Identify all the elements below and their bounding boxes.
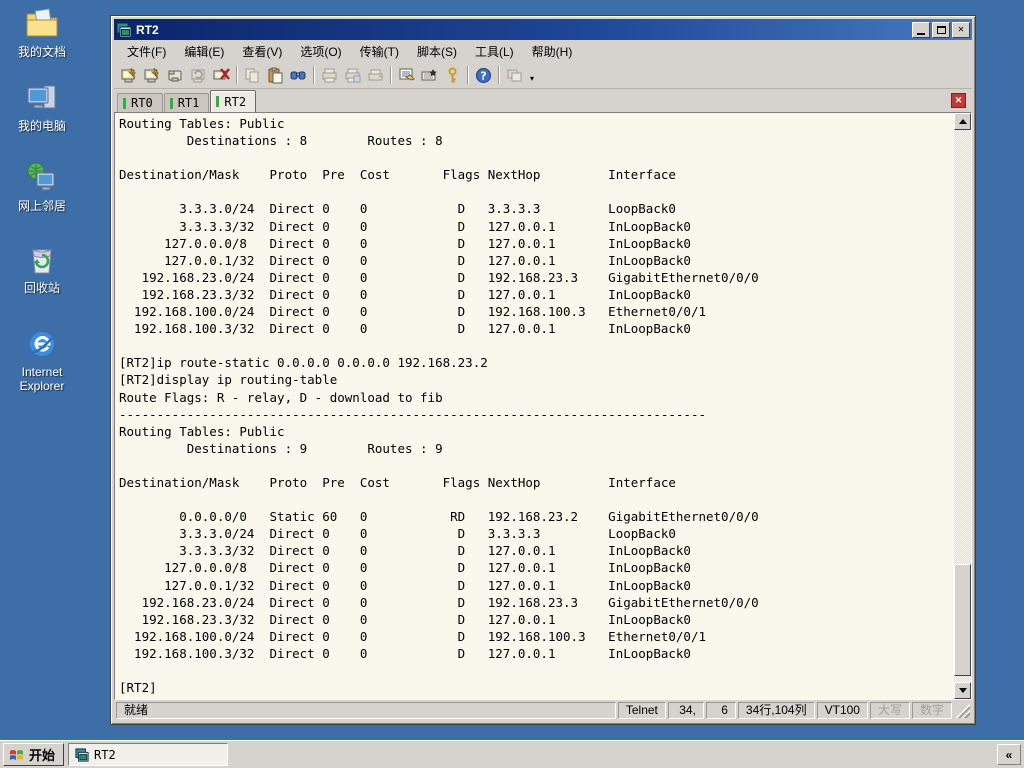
toolbar-separator bbox=[236, 66, 238, 84]
securecrt-window: RT2 ✕ 文件(F) 编辑(E) 查看(V) 选项(O) 传输(T) 脚本(S… bbox=[110, 15, 976, 725]
my-computer-icon bbox=[27, 85, 56, 109]
toolbar: ? ▾ bbox=[114, 62, 972, 89]
tab-rt2[interactable]: RT2 bbox=[210, 90, 257, 112]
close-button[interactable]: ✕ bbox=[952, 21, 970, 38]
tab-rt0[interactable]: RT0 bbox=[117, 93, 163, 112]
scroll-down-button[interactable] bbox=[954, 682, 971, 699]
connect-in-tab-icon[interactable] bbox=[164, 64, 187, 86]
toolbar-separator bbox=[313, 66, 315, 84]
maximize-button[interactable] bbox=[932, 21, 950, 38]
svg-text:?: ? bbox=[480, 69, 486, 82]
status-cursor-col: 6 bbox=[705, 702, 736, 719]
desktop-icon-label: 我的电脑 bbox=[17, 119, 66, 133]
desktop-icon-internet-explorer[interactable]: Internet Explorer bbox=[4, 326, 80, 393]
toolbar-overflow-button[interactable]: ▾ bbox=[526, 64, 538, 86]
help-icon[interactable]: ? bbox=[472, 64, 495, 86]
taskbar-task-rt2[interactable]: RT2 bbox=[68, 743, 229, 766]
task-label: RT2 bbox=[94, 747, 116, 762]
key-icon[interactable] bbox=[441, 64, 464, 86]
resize-grip[interactable] bbox=[956, 703, 970, 718]
menu-view[interactable]: 查看(V) bbox=[233, 41, 291, 62]
app-icon bbox=[116, 22, 132, 37]
tab-status-indicator bbox=[216, 96, 220, 107]
start-button[interactable]: 开始 bbox=[3, 743, 65, 766]
scroll-up-button[interactable] bbox=[954, 113, 971, 130]
window-title: RT2 bbox=[136, 22, 159, 37]
taskbar: 开始 RT2 « bbox=[0, 740, 1024, 768]
my-documents-icon bbox=[26, 8, 58, 37]
window-titlebar[interactable]: RT2 ✕ bbox=[114, 19, 972, 40]
status-screen-size: 34行,104列 bbox=[737, 702, 815, 719]
menu-file[interactable]: 文件(F) bbox=[118, 41, 175, 62]
vertical-scrollbar[interactable] bbox=[954, 113, 971, 699]
tab-close-button[interactable]: ✕ bbox=[951, 93, 966, 108]
desktop-icon-my-documents[interactable]: 我的文档 bbox=[4, 6, 80, 59]
menu-tools[interactable]: 工具(L) bbox=[466, 41, 523, 62]
tab-status-indicator bbox=[169, 97, 173, 109]
desktop: 我的文档 我的电脑 网上邻居 回收站 Internet Explorer RT2… bbox=[0, 0, 1024, 768]
tray-collapse-button[interactable]: « bbox=[997, 744, 1021, 765]
print-selection-icon[interactable] bbox=[341, 64, 364, 86]
session-tab-bar: RT0 RT1 RT2 ✕ bbox=[114, 89, 972, 112]
paste-icon[interactable] bbox=[264, 64, 287, 86]
terminal-output[interactable]: Routing Tables: Public Destinations : 8 … bbox=[115, 113, 954, 699]
desktop-icon-label: 回收站 bbox=[23, 281, 60, 295]
keymap-icon[interactable] bbox=[418, 64, 441, 86]
desktop-icon-recycle-bin[interactable]: 回收站 bbox=[4, 242, 80, 295]
terminal-area: Routing Tables: Public Destinations : 8 … bbox=[114, 112, 972, 700]
print-icon[interactable] bbox=[318, 64, 341, 86]
arrow-down-icon bbox=[958, 688, 967, 693]
recycle-bin-icon bbox=[32, 249, 52, 274]
menu-edit[interactable]: 编辑(E) bbox=[175, 41, 233, 62]
find-icon[interactable] bbox=[287, 64, 310, 86]
status-caps-indicator: 大写 bbox=[869, 702, 910, 719]
menu-options[interactable]: 选项(O) bbox=[291, 41, 350, 62]
tab-label: RT1 bbox=[177, 96, 200, 110]
menu-transfer[interactable]: 传输(T) bbox=[351, 41, 408, 62]
tab-status-indicator bbox=[123, 97, 126, 109]
tab-label: RT2 bbox=[224, 94, 247, 109]
arrow-up-icon bbox=[958, 119, 967, 124]
printer-setup-icon[interactable] bbox=[364, 64, 387, 86]
status-cursor-row: 34, bbox=[667, 702, 704, 719]
tab-rt1[interactable]: RT1 bbox=[163, 93, 210, 112]
network-places-icon bbox=[27, 162, 55, 191]
menu-help[interactable]: 帮助(H) bbox=[523, 41, 582, 62]
toolbar-separator bbox=[467, 66, 469, 84]
desktop-icon-label: 网上邻居 bbox=[17, 199, 66, 213]
menu-script[interactable]: 脚本(S) bbox=[408, 41, 466, 62]
task-app-icon bbox=[75, 747, 89, 762]
tab-label: RT0 bbox=[131, 96, 153, 110]
copy-icon[interactable] bbox=[241, 64, 264, 86]
scrollbar-thumb[interactable] bbox=[954, 564, 971, 676]
minimize-button[interactable] bbox=[912, 21, 930, 38]
internet-explorer-icon bbox=[27, 332, 54, 356]
reconnect-icon[interactable] bbox=[187, 64, 210, 86]
connect-icon[interactable] bbox=[141, 64, 164, 86]
desktop-icon-label: Internet Explorer bbox=[19, 365, 65, 393]
toolbar-separator bbox=[390, 66, 392, 84]
desktop-icon-my-computer[interactable]: 我的电脑 bbox=[4, 80, 80, 133]
desktop-icon-network-places[interactable]: 网上邻居 bbox=[4, 160, 80, 213]
status-bar: 就绪 Telnet 34, 6 34行,104列 VT100 大写 数字 bbox=[114, 700, 972, 721]
start-label: 开始 bbox=[29, 748, 56, 763]
disconnect-icon[interactable] bbox=[210, 64, 233, 86]
quick-connect-icon[interactable] bbox=[118, 64, 141, 86]
menu-bar: 文件(F) 编辑(E) 查看(V) 选项(O) 传输(T) 脚本(S) 工具(L… bbox=[114, 40, 972, 62]
status-emulation: VT100 bbox=[816, 702, 868, 719]
windows-logo-icon bbox=[10, 749, 23, 760]
desktop-icon-label: 我的文档 bbox=[17, 45, 66, 59]
status-protocol: Telnet bbox=[617, 702, 666, 719]
toolbar-separator bbox=[498, 66, 500, 84]
session-options-icon[interactable] bbox=[395, 64, 418, 86]
app-window-icon[interactable] bbox=[503, 64, 526, 86]
status-num-indicator: 数字 bbox=[911, 702, 952, 719]
status-ready: 就绪 bbox=[116, 702, 616, 719]
